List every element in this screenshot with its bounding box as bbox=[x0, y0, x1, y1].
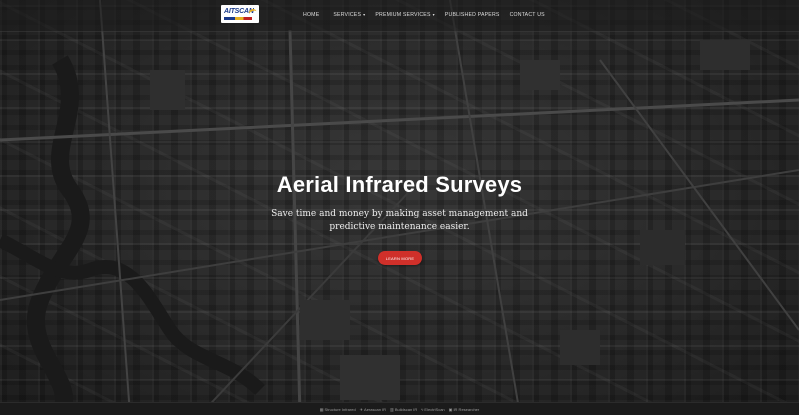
plane-icon: ✈ bbox=[359, 406, 364, 412]
nav-item-label: HOME bbox=[303, 12, 320, 18]
hero-subtitle: Save time and money by making asset mana… bbox=[271, 209, 528, 232]
nav-item-services[interactable]: SERVICES ▾ bbox=[333, 12, 365, 18]
footer-link-electriscan[interactable]: ϟ ElectriScan bbox=[421, 407, 444, 412]
brand-logo[interactable]: AITSCAN bbox=[221, 5, 259, 23]
footer-link-label: Aerascan IR bbox=[364, 406, 387, 412]
top-navbar: AITSCAN HOME SERVICES ▾ PREMIUM SERVICES ▾… bbox=[0, 0, 799, 32]
nav-item-label: SERVICES bbox=[333, 12, 362, 18]
nav-item-premium-services[interactable]: PREMIUM SERVICES ▾ bbox=[375, 12, 435, 18]
nav-item-label: PREMIUM SERVICES bbox=[375, 12, 431, 18]
footer-link-label: Structure Infrared bbox=[324, 406, 356, 412]
logo-stripe bbox=[224, 17, 252, 20]
footer-link-aerascan-ir[interactable]: ✈ Aerascan IR bbox=[360, 407, 386, 412]
footer-link-label: IR Researcher bbox=[453, 406, 480, 412]
nav-item-contact-us[interactable]: CONTACT US bbox=[510, 12, 545, 18]
footer-bar: ▦ Structure Infrared ✈ Aerascan IR ▥ Bui… bbox=[0, 402, 799, 415]
image-icon: ▣ bbox=[448, 406, 453, 412]
building-icon: ▦ bbox=[319, 406, 324, 412]
footer-link-label: Buildscan IR bbox=[394, 406, 418, 412]
footer-link-ir-researcher[interactable]: ▣ IR Researcher bbox=[449, 407, 480, 412]
footer-link-label: ElectriScan bbox=[424, 406, 445, 412]
nav-menu: HOME SERVICES ▾ PREMIUM SERVICES ▾ PUBLISH… bbox=[303, 12, 545, 18]
bolt-icon: ϟ bbox=[421, 406, 424, 412]
nav-item-home[interactable]: HOME bbox=[303, 12, 319, 18]
hero-title: Aerial Infrared Surveys bbox=[276, 172, 523, 197]
nav-item-label: CONTACT US bbox=[509, 12, 545, 18]
learn-more-button[interactable]: LEARN MORE bbox=[378, 251, 422, 265]
chevron-down-icon: ▾ bbox=[432, 12, 435, 17]
footer-link-structure-infrared[interactable]: ▦ Structure Infrared bbox=[320, 407, 356, 412]
footer-link-buildscan-ir[interactable]: ▥ Buildscan IR bbox=[390, 407, 417, 412]
nav-item-published-papers[interactable]: PUBLISHED PAPERS bbox=[445, 12, 500, 18]
nav-item-label: PUBLISHED PAPERS bbox=[444, 12, 500, 18]
chevron-down-icon: ▾ bbox=[363, 12, 366, 17]
footer-links: ▦ Structure Infrared ✈ Aerascan IR ▥ Bui… bbox=[320, 407, 479, 412]
grid-icon: ▥ bbox=[390, 406, 394, 412]
